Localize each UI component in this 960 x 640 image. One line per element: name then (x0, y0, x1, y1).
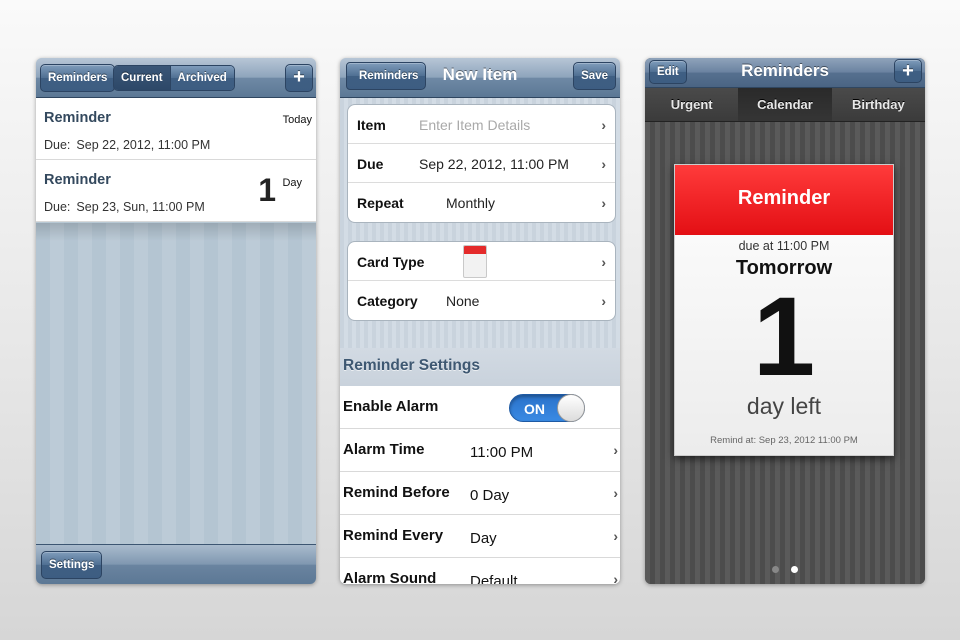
alarm-sound-value: Default (470, 573, 518, 584)
item-details-group: Item Enter Item Details › Due Sep 22, 20… (347, 104, 616, 223)
card-type-label: Card Type (357, 254, 425, 270)
calendar-card-screen: Edit Reminders + Urgent Calendar Birthda… (645, 58, 925, 584)
alarm-sound-row[interactable]: Alarm Sound Default › (340, 558, 620, 584)
remind-before-value: 0 Day (470, 487, 510, 504)
page-dot (771, 566, 779, 573)
card-body: due at 11:00 PM Tomorrow 1 day left Remi… (675, 235, 893, 455)
alarm-time-value: 11:00 PM (470, 444, 534, 461)
reminder-list: Reminder Due: Sep 22, 2012, 11:00 PM Toda… (36, 98, 316, 222)
tab-birthday[interactable]: Birthday (832, 88, 925, 121)
nav-bar: Reminders New Item Save (340, 58, 620, 98)
nav-bar: Edit Reminders + (645, 58, 925, 88)
remind-before-row[interactable]: Remind Before 0 Day › (340, 472, 620, 515)
add-reminder-button[interactable]: + (894, 59, 922, 83)
card-header: Reminder (675, 165, 893, 235)
segment-archived[interactable]: Archived (169, 66, 234, 90)
today-label: Today (282, 114, 312, 126)
card-options-group: Card Type › Category None › (347, 241, 616, 321)
card-title: Reminder (737, 187, 831, 209)
add-reminder-button[interactable]: + (285, 64, 313, 92)
remind-every-label: Remind Every (343, 527, 444, 544)
due-label: Due: (44, 138, 71, 152)
page-indicator[interactable] (645, 560, 925, 578)
page-dot-active (791, 566, 799, 573)
reminders-list-screen: Reminders Current Archived + Reminder Du… (36, 58, 316, 584)
reminder-card[interactable]: Reminder due at 11:00 PM Tomorrow 1 day … (674, 164, 894, 456)
reminder-title: Reminder (44, 110, 111, 126)
item-label: Item (357, 117, 386, 133)
days-count: 1 (258, 172, 276, 208)
item-row[interactable]: Item Enter Item Details › (348, 105, 615, 144)
list-item[interactable]: Reminder Due: Sep 22, 2012, 11:00 PM Toda… (36, 98, 316, 160)
reminder-due: Due: Sep 22, 2012, 11:00 PM (44, 138, 210, 152)
repeat-value: Monthly (446, 195, 496, 211)
category-row[interactable]: Category None › (348, 281, 615, 320)
days-unit: Day (282, 177, 302, 189)
reminder-settings-list: Enable Alarm ON Alarm Time 11:00 PM › Re… (340, 386, 620, 584)
enable-alarm-label: Enable Alarm (343, 398, 439, 415)
chevron-right-icon: › (613, 528, 618, 544)
due-label: Due (357, 156, 384, 172)
due-value: Sep 22, 2012, 11:00 PM (76, 138, 211, 152)
category-label: Category (357, 293, 418, 309)
reminder-title: Reminder (44, 172, 111, 188)
reminders-button[interactable]: Reminders (40, 64, 116, 92)
due-value: Sep 22, 2012, 11:00 PM (419, 156, 569, 172)
empty-background (36, 223, 316, 544)
days-left-number: 1 (752, 274, 816, 399)
category-value: None (446, 293, 480, 309)
repeat-row[interactable]: Repeat Monthly › (348, 183, 615, 222)
category-tabs: Urgent Calendar Birthday (645, 88, 925, 122)
tab-urgent[interactable]: Urgent (645, 88, 738, 121)
remind-every-row[interactable]: Remind Every Day › (340, 515, 620, 558)
reminder-due: Due: Sep 23, Sun, 11:00 PM (44, 200, 205, 214)
enable-alarm-toggle[interactable]: ON (509, 394, 585, 422)
current-archived-segmented-control: Current Archived (113, 65, 235, 91)
calendar-card-icon (463, 245, 487, 278)
reminder-settings-title: Reminder Settings (343, 357, 480, 374)
due-at-text: due at 11:00 PM (738, 239, 830, 253)
settings-button[interactable]: Settings (41, 551, 103, 579)
segment-current[interactable]: Current (114, 66, 170, 90)
card-type-row[interactable]: Card Type › (348, 242, 615, 281)
due-label: Due: (44, 200, 71, 214)
chevron-right-icon: › (601, 195, 606, 211)
due-value: Sep 23, Sun, 11:00 PM (76, 200, 205, 214)
nav-bar: Reminders Current Archived + (36, 58, 316, 98)
bottom-toolbar: Settings (36, 544, 316, 584)
chevron-right-icon: › (601, 293, 606, 309)
chevron-right-icon: › (601, 156, 606, 172)
chevron-right-icon: › (613, 442, 618, 458)
chevron-right-icon: › (613, 485, 618, 501)
day-left-text: day left (746, 393, 822, 419)
tab-calendar[interactable]: Calendar (738, 88, 832, 121)
new-item-screen: Reminders New Item Save Item Enter Item … (340, 58, 620, 584)
page-title: Reminders (741, 61, 829, 80)
alarm-time-label: Alarm Time (343, 441, 425, 458)
remind-before-label: Remind Before (343, 484, 450, 501)
toggle-on-text: ON (524, 401, 545, 417)
item-input[interactable]: Enter Item Details (419, 117, 530, 133)
enable-alarm-row: Enable Alarm ON (340, 386, 620, 429)
repeat-label: Repeat (357, 195, 404, 211)
alarm-sound-label: Alarm Sound (343, 570, 437, 584)
chevron-right-icon: › (601, 254, 606, 270)
chevron-right-icon: › (601, 117, 606, 133)
remind-every-value: Day (470, 530, 497, 547)
alarm-time-row[interactable]: Alarm Time 11:00 PM › (340, 429, 620, 472)
toggle-knob (557, 394, 585, 422)
list-item[interactable]: Reminder Due: Sep 23, Sun, 11:00 PM 1 Day (36, 160, 316, 222)
chevron-right-icon: › (613, 571, 618, 584)
due-row[interactable]: Due Sep 22, 2012, 11:00 PM › (348, 144, 615, 183)
save-button[interactable]: Save (573, 62, 616, 90)
remind-at-text: Remind at: Sep 23, 2012 11:00 PM (710, 435, 858, 446)
section-header: Reminder Settings (340, 348, 620, 386)
list-shadow (36, 223, 316, 241)
